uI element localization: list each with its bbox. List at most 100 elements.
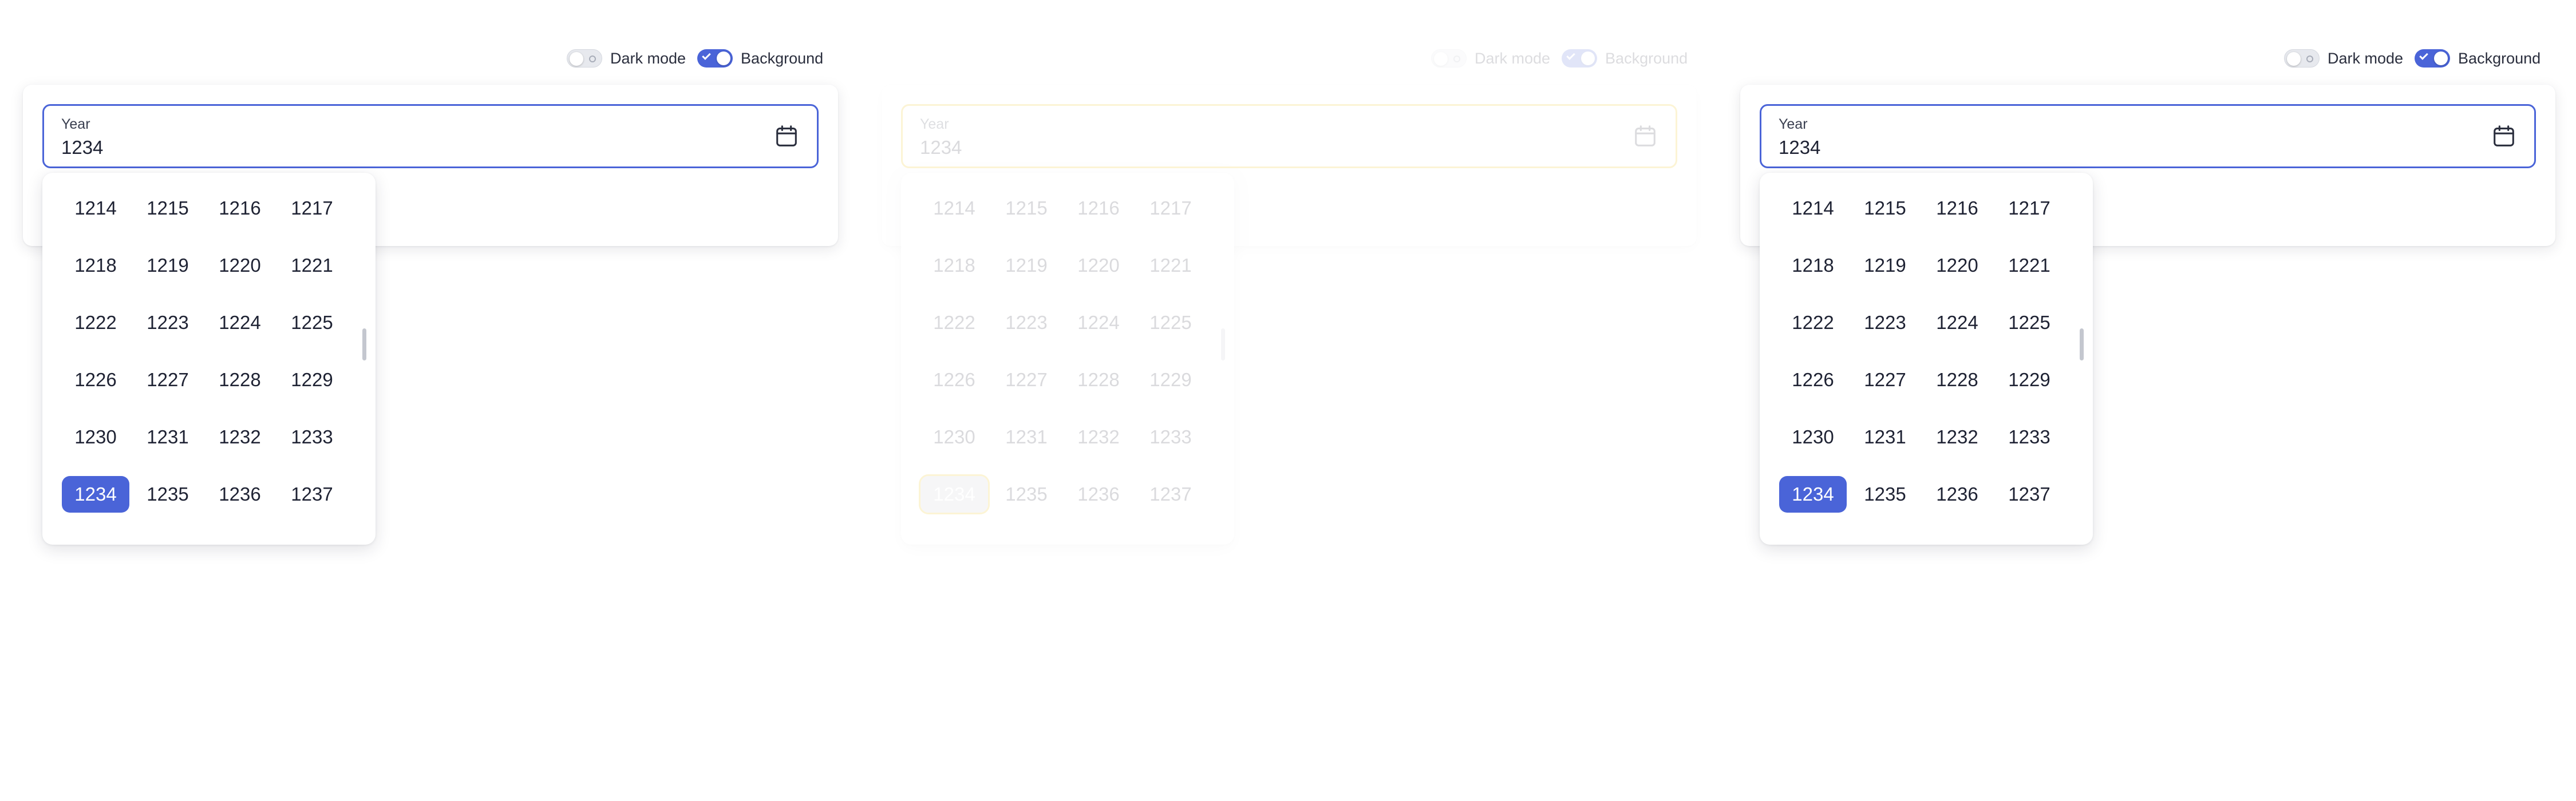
year-option[interactable]: 1216 [1923, 190, 1991, 227]
year-option[interactable]: 1220 [1065, 247, 1132, 284]
year-field[interactable]: Year 1234 [901, 104, 1677, 168]
year-option[interactable]: 1217 [278, 190, 346, 227]
year-option[interactable]: 1228 [206, 362, 274, 398]
year-option[interactable]: 1220 [1923, 247, 1991, 284]
year-option[interactable]: 1235 [134, 476, 202, 513]
dark-mode-switch[interactable] [2284, 49, 2320, 68]
year-option[interactable]: 1227 [1851, 362, 1919, 398]
year-option[interactable]: 1232 [206, 419, 274, 455]
year-option[interactable]: 1222 [62, 304, 129, 341]
year-option[interactable]: 1231 [134, 419, 202, 455]
year-option[interactable]: 1223 [1851, 304, 1919, 341]
year-option[interactable]: 1226 [1779, 362, 1847, 398]
calendar-icon[interactable] [2491, 123, 2517, 149]
switch-knob [570, 52, 583, 66]
year-field[interactable]: Year 1234 [1760, 104, 2536, 168]
dark-mode-switch[interactable] [567, 49, 602, 68]
off-indicator-icon [589, 55, 596, 62]
year-option[interactable]: 1230 [62, 419, 129, 455]
year-field[interactable]: Year 1234 [42, 104, 819, 168]
calendar-icon[interactable] [1632, 123, 1658, 149]
year-option[interactable]: 1215 [1851, 190, 1919, 227]
year-option[interactable]: 1228 [1923, 362, 1991, 398]
dark-mode-switch[interactable] [1431, 49, 1467, 68]
year-option[interactable]: 1217 [1996, 190, 2063, 227]
year-option[interactable]: 1225 [278, 304, 346, 341]
year-option[interactable]: 1229 [1996, 362, 2063, 398]
year-option-selected[interactable]: 1234 [1779, 476, 1847, 513]
year-option[interactable]: 1221 [1996, 247, 2063, 284]
year-option[interactable]: 1230 [920, 419, 988, 455]
year-option[interactable]: 1214 [920, 190, 988, 227]
dark-mode-toggle[interactable]: Dark mode [1431, 49, 1550, 68]
year-option-selected[interactable]: 1234 [62, 476, 129, 513]
year-option[interactable]: 1218 [1779, 247, 1847, 284]
scrollbar[interactable] [2080, 328, 2084, 360]
year-field-value: 1234 [920, 137, 962, 158]
year-option[interactable]: 1225 [1996, 304, 2063, 341]
year-option[interactable]: 1232 [1923, 419, 1991, 455]
year-option[interactable]: 1228 [1065, 362, 1132, 398]
year-option[interactable]: 1226 [920, 362, 988, 398]
year-option[interactable]: 1231 [1851, 419, 1919, 455]
year-option[interactable]: 1214 [62, 190, 129, 227]
year-option[interactable]: 1229 [1137, 362, 1204, 398]
year-option[interactable]: 1224 [1923, 304, 1991, 341]
year-grid: 1214 1215 1216 1217 1218 1219 1220 1221 1222 1223… [1779, 190, 2063, 513]
scrollbar[interactable] [362, 328, 366, 360]
dark-mode-toggle[interactable]: Dark mode [2284, 49, 2403, 68]
year-option[interactable]: 1225 [1137, 304, 1204, 341]
panel-default: Dark mode Background Year 1234 1214 1215 1… [0, 0, 859, 801]
panel-focus: Dark mode Background Year 1234 1214 1215 1… [859, 0, 1717, 801]
year-option[interactable]: 1237 [278, 476, 346, 513]
background-toggle[interactable]: Background [1562, 49, 1688, 68]
background-switch[interactable] [2415, 49, 2451, 68]
year-option[interactable]: 1227 [134, 362, 202, 398]
year-option[interactable]: 1236 [1065, 476, 1132, 513]
year-option[interactable]: 1230 [1779, 419, 1847, 455]
year-option[interactable]: 1216 [206, 190, 274, 227]
year-option[interactable]: 1236 [206, 476, 274, 513]
year-option[interactable]: 1233 [278, 419, 346, 455]
year-option[interactable]: 1218 [62, 247, 129, 284]
year-option[interactable]: 1229 [278, 362, 346, 398]
year-option[interactable]: 1232 [1065, 419, 1132, 455]
year-option[interactable]: 1219 [134, 247, 202, 284]
year-option[interactable]: 1231 [993, 419, 1060, 455]
year-option[interactable]: 1235 [1851, 476, 1919, 513]
year-option[interactable]: 1222 [1779, 304, 1847, 341]
background-toggle[interactable]: Background [697, 49, 823, 68]
year-option[interactable]: 1223 [134, 304, 202, 341]
year-option[interactable]: 1226 [62, 362, 129, 398]
year-option-selected[interactable]: 1234 [919, 474, 990, 514]
dark-mode-toggle[interactable]: Dark mode [567, 49, 686, 68]
year-option[interactable]: 1214 [1779, 190, 1847, 227]
year-option[interactable]: 1221 [1137, 247, 1204, 284]
year-option[interactable]: 1215 [134, 190, 202, 227]
year-option[interactable]: 1216 [1065, 190, 1132, 227]
year-option[interactable]: 1217 [1137, 190, 1204, 227]
year-option[interactable]: 1218 [920, 247, 988, 284]
year-option[interactable]: 1233 [1996, 419, 2063, 455]
year-option[interactable]: 1237 [1137, 476, 1204, 513]
year-option[interactable]: 1220 [206, 247, 274, 284]
year-option[interactable]: 1227 [993, 362, 1060, 398]
scrollbar[interactable] [1221, 328, 1225, 360]
year-grid: 1214 1215 1216 1217 1218 1219 1220 1221 1222 1223… [62, 190, 346, 513]
year-option[interactable]: 1233 [1137, 419, 1204, 455]
year-option[interactable]: 1219 [993, 247, 1060, 284]
year-option[interactable]: 1224 [206, 304, 274, 341]
year-option[interactable]: 1215 [993, 190, 1060, 227]
year-option[interactable]: 1222 [920, 304, 988, 341]
year-option[interactable]: 1235 [993, 476, 1060, 513]
year-option[interactable]: 1223 [993, 304, 1060, 341]
year-option[interactable]: 1219 [1851, 247, 1919, 284]
year-option[interactable]: 1224 [1065, 304, 1132, 341]
background-switch[interactable] [1562, 49, 1598, 68]
background-toggle[interactable]: Background [2415, 49, 2541, 68]
year-option[interactable]: 1237 [1996, 476, 2063, 513]
year-option[interactable]: 1236 [1923, 476, 1991, 513]
year-option[interactable]: 1221 [278, 247, 346, 284]
background-switch[interactable] [697, 49, 733, 68]
calendar-icon[interactable] [773, 123, 800, 149]
